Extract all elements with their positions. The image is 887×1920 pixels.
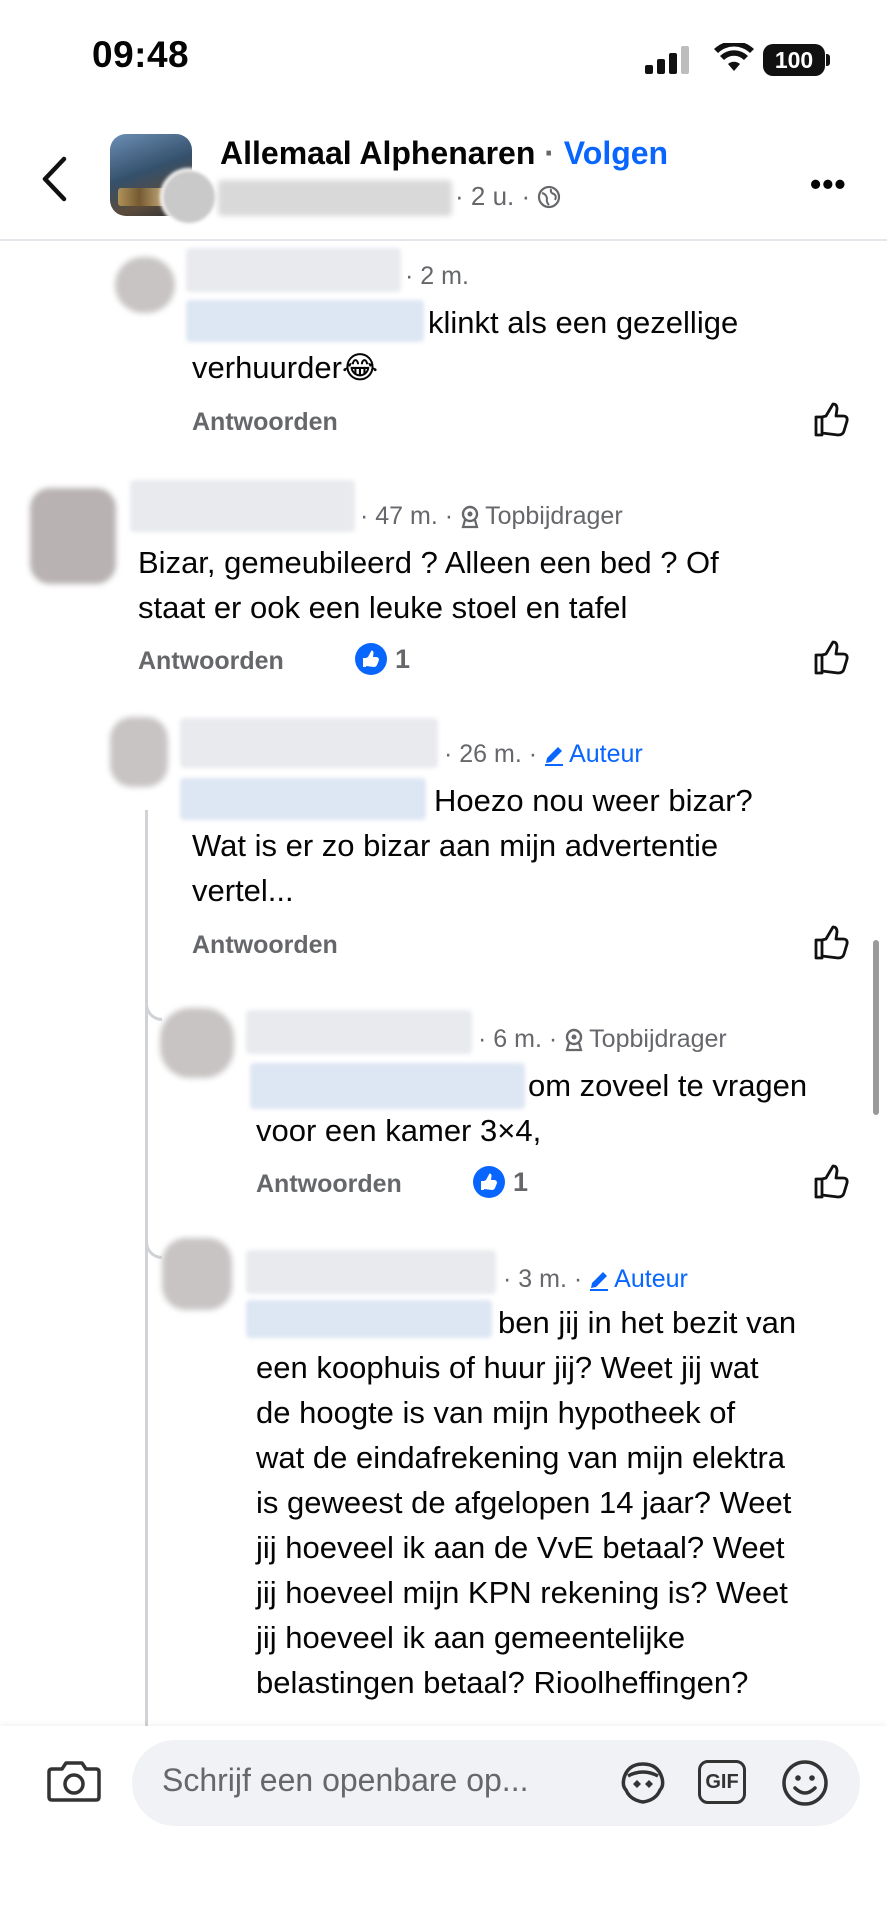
gif-button[interactable]: GIF bbox=[698, 1760, 746, 1804]
comment-meta: · 3 m. · Auteur bbox=[503, 1265, 688, 1294]
post-author-avatar[interactable] bbox=[160, 168, 218, 226]
comment-text: staat er ook een leuke stoel en tafel bbox=[138, 590, 628, 625]
globe-icon bbox=[538, 185, 561, 209]
group-name-link[interactable]: Allemaal Alphenaren bbox=[220, 135, 535, 171]
mention-redacted[interactable] bbox=[250, 1063, 525, 1109]
comment-avatar[interactable] bbox=[160, 1008, 234, 1078]
group-title: Allemaal Alphenaren · Volgen bbox=[220, 135, 668, 172]
reply-button[interactable]: Antwoorden bbox=[192, 931, 338, 960]
battery-level: 100 bbox=[774, 46, 814, 73]
comment-input-placeholder[interactable]: Schrijf een openbare op... bbox=[162, 1762, 528, 1799]
comment-age: · 3 m. · bbox=[503, 1265, 583, 1293]
battery-indicator: 100 bbox=[763, 44, 825, 76]
reaction-number: 1 bbox=[513, 1166, 529, 1197]
cellular-signal-icon bbox=[645, 46, 689, 74]
mention-redacted[interactable] bbox=[246, 1300, 492, 1338]
comment-text: ben jij in het bezit van bbox=[498, 1305, 797, 1340]
reaction-count[interactable]: 1 bbox=[473, 1166, 528, 1198]
comment-author-redacted[interactable] bbox=[246, 1250, 496, 1294]
author-badge: Auteur bbox=[543, 740, 643, 769]
more-options-icon[interactable]: ••• bbox=[810, 166, 847, 203]
battery-nub bbox=[826, 54, 830, 66]
comment-avatar[interactable] bbox=[30, 488, 116, 584]
pencil-icon bbox=[590, 1271, 609, 1291]
comment-author-redacted[interactable] bbox=[130, 480, 355, 532]
comment-age: · 47 m. · bbox=[360, 502, 454, 530]
comment-text: jij hoeveel mijn KPN rekening is? Weet bbox=[256, 1575, 788, 1610]
comment-avatar[interactable] bbox=[115, 257, 175, 313]
like-icon[interactable] bbox=[812, 400, 852, 440]
top-contributor-icon bbox=[565, 1028, 583, 1051]
title-separator: · bbox=[544, 135, 555, 171]
comment-text: jij hoeveel ik aan de VvE betaal? Weet bbox=[256, 1530, 785, 1565]
gif-label: GIF bbox=[705, 1770, 739, 1793]
badge-label: Topbijdrager bbox=[589, 1025, 727, 1053]
reply-button[interactable]: Antwoorden bbox=[192, 408, 338, 437]
comment-text: wat de eindafrekening van mijn elektra bbox=[256, 1440, 786, 1475]
like-icon[interactable] bbox=[812, 923, 852, 963]
like-reaction-icon bbox=[473, 1166, 505, 1198]
like-icon[interactable] bbox=[812, 1162, 852, 1202]
top-contributor-icon bbox=[461, 505, 479, 528]
comment-meta: · 47 m. · Topbijdrager bbox=[360, 502, 623, 531]
comment-avatar[interactable] bbox=[110, 717, 168, 787]
like-reaction-icon bbox=[355, 643, 387, 675]
comment-text: jij hoeveel ik aan gemeentelijke bbox=[256, 1620, 686, 1655]
comment-age: · 2 m. bbox=[405, 262, 469, 290]
comment-text: klinkt als een gezellige bbox=[428, 305, 739, 340]
reply-button[interactable]: Antwoorden bbox=[256, 1170, 402, 1199]
emoji-icon[interactable] bbox=[780, 1758, 830, 1808]
badge-label: Topbijdrager bbox=[485, 502, 623, 530]
follow-button[interactable]: Volgen bbox=[564, 135, 668, 171]
comment-text: vertel... bbox=[192, 873, 294, 908]
comment-age: · 6 m. · bbox=[478, 1025, 558, 1053]
comment-text: Hoezo nou weer bizar? bbox=[434, 783, 753, 818]
comment-author-redacted[interactable] bbox=[246, 1010, 472, 1054]
comment-text: Bizar, gemeubileerd ? Alleen een bed ? O… bbox=[138, 545, 719, 580]
comment-text: een koophuis of huur jij? Weet jij wat bbox=[256, 1350, 759, 1385]
avatar-sticker-icon[interactable] bbox=[618, 1760, 668, 1806]
comment-meta: · 2 m. bbox=[405, 262, 469, 291]
comment-meta: · 6 m. · Topbijdrager bbox=[478, 1025, 727, 1054]
post-author-name-redacted bbox=[218, 180, 452, 216]
comment-author-redacted[interactable] bbox=[186, 248, 401, 292]
mention-redacted[interactable] bbox=[180, 778, 426, 820]
post-age: · 2 u. · bbox=[455, 181, 531, 211]
status-time: 09:48 bbox=[92, 34, 190, 75]
comment-avatar[interactable] bbox=[162, 1238, 232, 1310]
comment-age: · 26 m. · bbox=[444, 740, 538, 768]
author-badge: Auteur bbox=[588, 1265, 688, 1294]
like-icon[interactable] bbox=[812, 638, 852, 678]
comment-text: belastingen betaal? Rioolheffingen? bbox=[256, 1665, 749, 1700]
wifi-icon bbox=[714, 43, 754, 71]
comment-text: de hoogte is van mijn hypotheek of bbox=[256, 1395, 736, 1430]
comment-text: om zoveel te vragen bbox=[528, 1068, 808, 1103]
thread-line bbox=[145, 810, 148, 1726]
header-divider bbox=[0, 239, 887, 241]
comment-meta: · 26 m. · Auteur bbox=[444, 740, 643, 769]
reaction-number: 1 bbox=[395, 643, 411, 674]
badge-label: Auteur bbox=[569, 740, 643, 768]
mention-redacted[interactable] bbox=[186, 300, 424, 342]
badge-label: Auteur bbox=[614, 1265, 688, 1293]
back-arrow-icon[interactable] bbox=[40, 156, 68, 202]
top-contributor-badge: Topbijdrager bbox=[459, 502, 623, 531]
scrollbar[interactable] bbox=[873, 940, 879, 1115]
comment-text: is geweest de afgelopen 14 jaar? Weet bbox=[256, 1485, 792, 1520]
reaction-count[interactable]: 1 bbox=[355, 643, 410, 675]
post-meta: · 2 u. · bbox=[455, 181, 561, 212]
comment-text: verhuurder😂 bbox=[192, 350, 379, 385]
comment-text: voor een kamer 3×4, bbox=[256, 1113, 542, 1148]
pencil-icon bbox=[545, 746, 564, 766]
top-contributor-badge: Topbijdrager bbox=[563, 1025, 727, 1054]
camera-icon[interactable] bbox=[46, 1757, 102, 1805]
comment-text: Wat is er zo bizar aan mijn advertentie bbox=[192, 828, 719, 863]
comment-author-redacted[interactable] bbox=[180, 718, 438, 768]
reply-button[interactable]: Antwoorden bbox=[138, 647, 284, 676]
